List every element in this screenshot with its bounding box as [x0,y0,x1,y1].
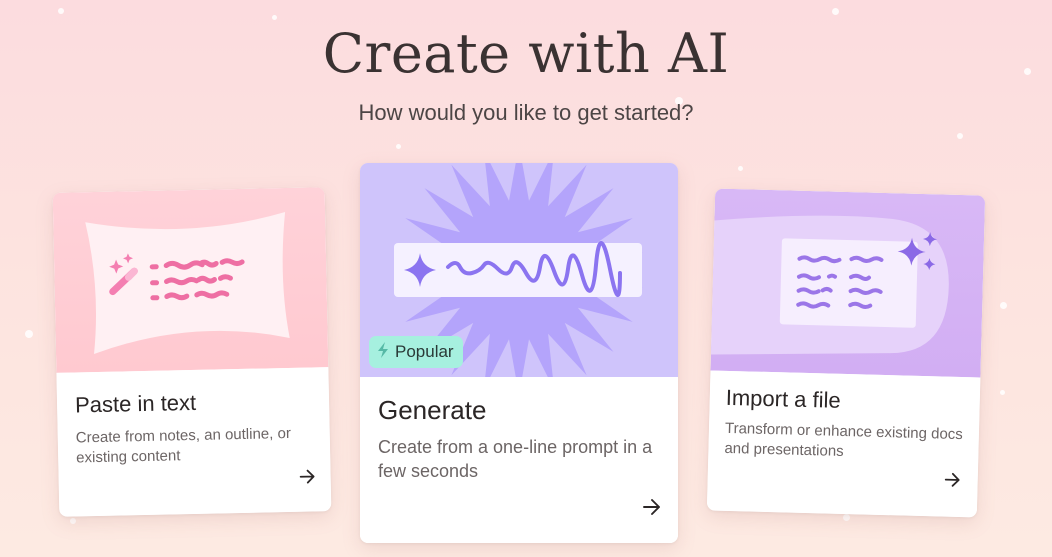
generate-illustration: Popular [360,163,678,395]
card-description: Transform or enhance existing docs and p… [724,419,964,461]
arrow-right-icon[interactable] [298,468,316,489]
card-body: Import a file Transform or enhance exist… [706,370,981,518]
background-dot [957,133,963,139]
import-file-card[interactable]: Import a file Transform or enhance exist… [706,188,986,518]
badge-label: Popular [395,342,454,361]
import-illustration [710,188,986,378]
arrow-right-icon[interactable] [943,472,962,493]
page-title: Create with AI [322,22,730,85]
card-title: Generate [378,395,487,425]
paste-in-text-card[interactable]: Paste in text Create from notes, an outl… [52,187,332,517]
card-body: Paste in text Create from notes, an outl… [56,367,332,517]
background-dot [843,514,850,521]
card-description: Create from notes, an outline, or existi… [75,424,292,467]
paste-illustration [52,187,329,373]
background-dot [70,518,76,524]
card-body: Generate Create from a one-line prompt i… [360,377,678,543]
background-dot [738,166,743,171]
card-description: Create from a one-line prompt in a few s… [378,437,653,482]
background-dot [832,8,839,15]
card-title: Import a file [725,384,842,413]
background-dot [25,330,33,338]
background-dot [396,144,401,149]
lightning-icon [375,341,391,364]
background-dot [1000,302,1007,309]
popular-badge: Popular [369,336,463,368]
background-dot [1000,390,1005,395]
page-subtitle: How would you like to get started? [358,100,694,125]
card-title: Paste in text [74,389,197,418]
background-dot [58,8,64,14]
generate-card[interactable]: Popular Generate Create from a one-line … [360,163,678,543]
background-dot [272,15,277,20]
arrow-right-icon[interactable] [642,498,662,521]
